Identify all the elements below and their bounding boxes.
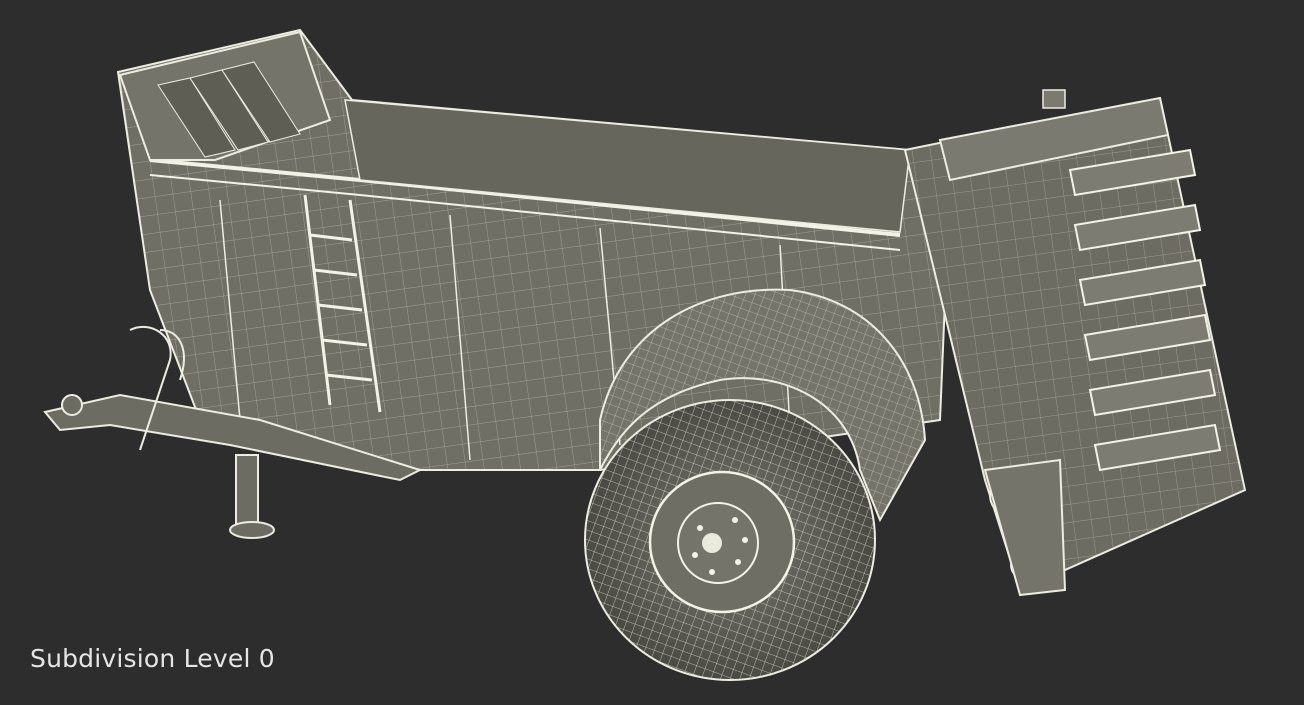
spreader-wireframe-render: [43, 28, 1247, 681]
jack-stand: [229, 454, 275, 539]
render-viewport: Subdivision Level 0: [0, 0, 1304, 705]
subdivision-level-caption: Subdivision Level 0: [30, 644, 275, 673]
rear-beater-assembly: [903, 89, 1247, 597]
wheel: [584, 399, 876, 681]
